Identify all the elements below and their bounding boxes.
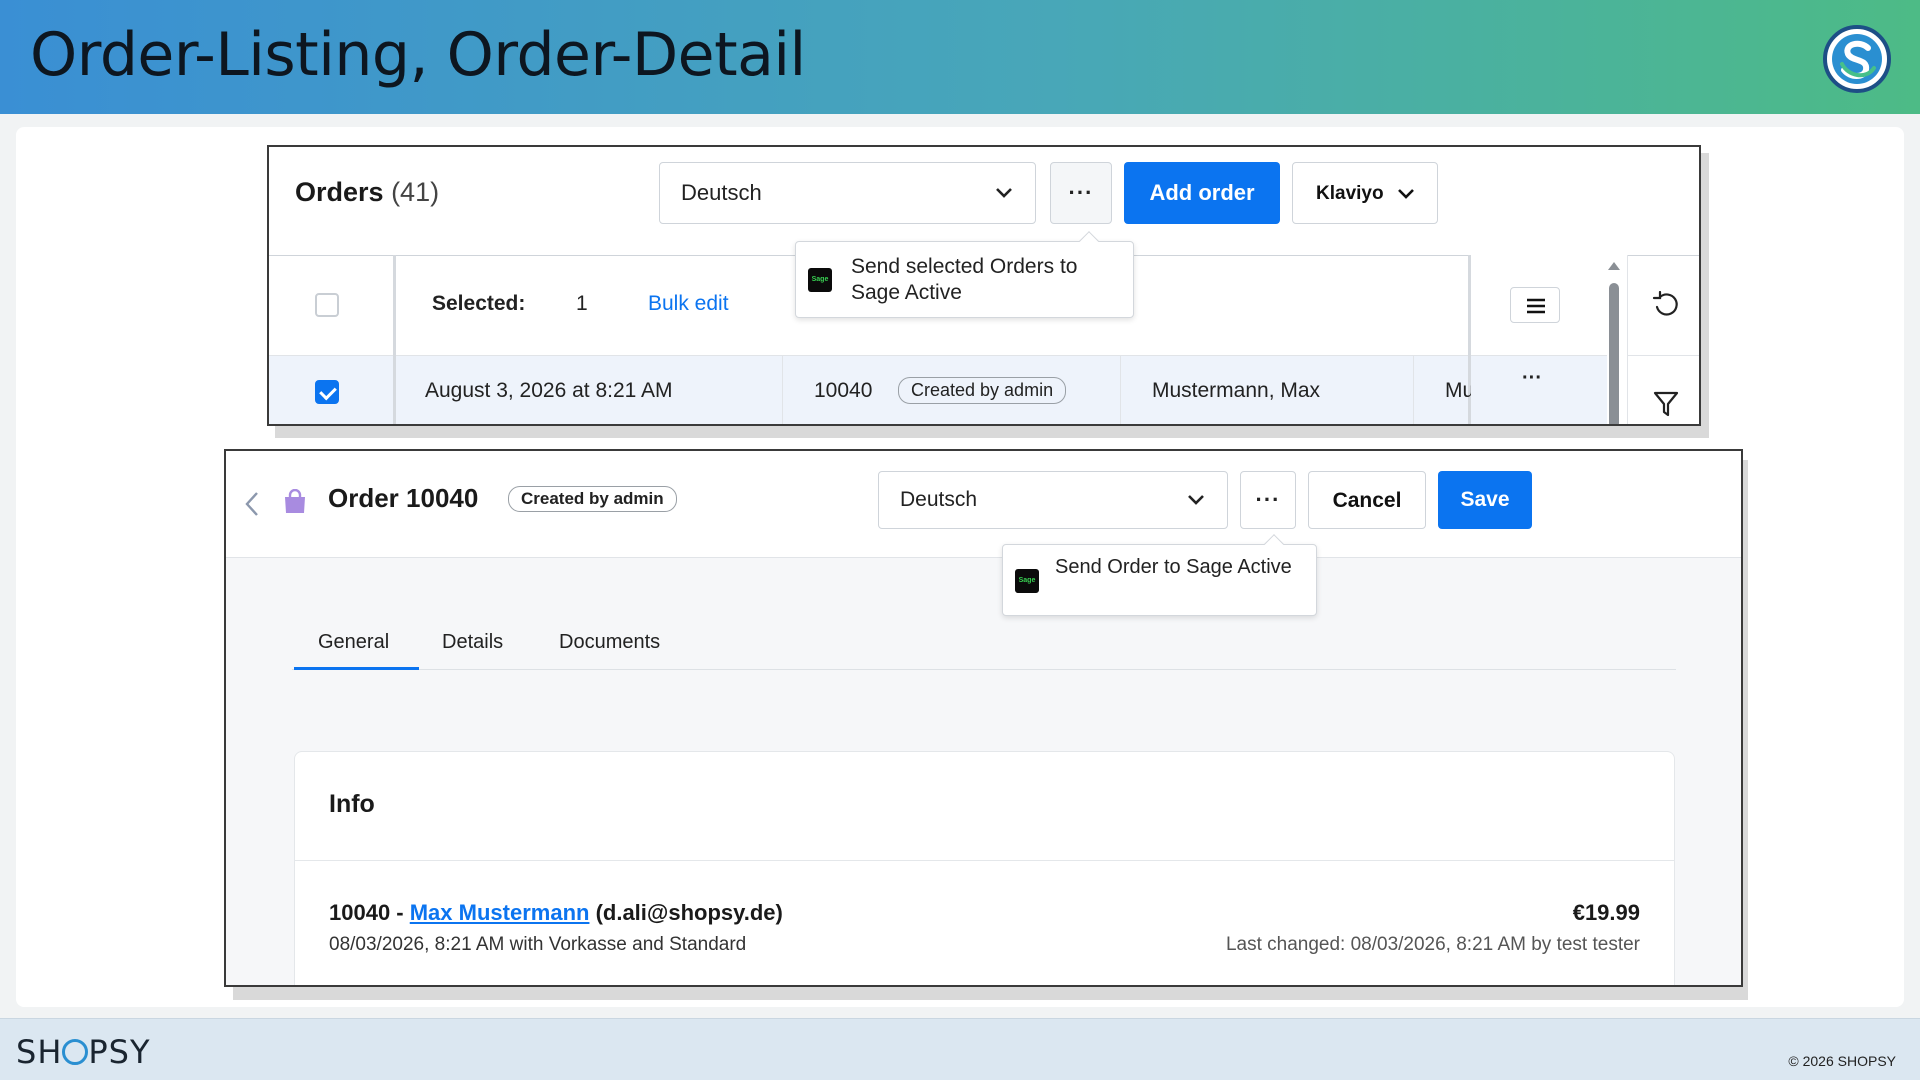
order-price: €19.99	[1572, 900, 1640, 925]
last-changed: Last changed: 08/03/2026, 8:21 AM by tes…	[1225, 934, 1640, 955]
back-chevron-icon[interactable]	[242, 489, 262, 519]
customer-name: Mustermann, Max	[1152, 379, 1321, 402]
order-date: August 3, 2026 at 8:21 AM	[425, 379, 673, 402]
tab-documents[interactable]: Documents	[559, 631, 660, 654]
detail-header: Order 10040 Created by admin Deutsch ···…	[226, 451, 1741, 558]
more-actions-button[interactable]: ···	[1240, 471, 1296, 529]
header-banner: Order-Listing, Order-Detail	[0, 0, 1920, 114]
customer-link[interactable]: Max Mustermann	[410, 900, 590, 925]
created-by-badge: Created by admin	[898, 377, 1067, 404]
language-select[interactable]: Deutsch	[659, 162, 1036, 224]
customer-email: (d.ali@shopsy.de)	[589, 900, 783, 925]
chevron-down-icon	[1188, 495, 1204, 505]
order-summary-line: 10040 - Max Mustermann (d.ali@shopsy.de)	[329, 900, 783, 926]
active-tab-indicator	[294, 667, 419, 670]
orders-count: (41)	[391, 177, 440, 207]
send-order-popover-text[interactable]: Send Order to Sage Active	[1055, 555, 1305, 579]
list-menu-icon	[1527, 298, 1545, 314]
created-by-badge: Created by admin	[508, 486, 677, 512]
order-detail-panel: Order 10040 Created by admin Deutsch ···…	[224, 449, 1743, 987]
selected-label: Selected:	[432, 292, 526, 315]
shopsy-logo-icon	[62, 1039, 89, 1065]
chevron-down-icon	[1398, 189, 1414, 199]
language-select-value: Deutsch	[681, 180, 762, 205]
order-title: Order 10040	[328, 483, 479, 513]
orders-panel: Orders (41) Deutsch ··· Add order Klaviy…	[267, 145, 1701, 426]
tab-details[interactable]: Details	[442, 631, 503, 654]
order-prefix: 10040 -	[329, 900, 410, 925]
footer-brand-right: PSY	[88, 1033, 151, 1071]
shopping-bag-icon	[285, 489, 305, 513]
klaviyo-button[interactable]: Klaviyo	[1292, 162, 1438, 224]
row-checkbox[interactable]	[315, 380, 339, 404]
refresh-icon[interactable]	[1652, 291, 1680, 319]
column-settings-button[interactable]	[1510, 287, 1560, 323]
add-order-button[interactable]: Add order	[1124, 162, 1280, 224]
selected-count: 1	[576, 292, 588, 315]
order-meta: 08/03/2026, 8:21 AM with Vorkasse and St…	[329, 934, 747, 955]
order-number: 10040	[814, 379, 873, 402]
sage-icon: Sage	[1015, 569, 1039, 593]
scroll-up-icon[interactable]	[1607, 261, 1621, 271]
bulk-edit-link[interactable]: Bulk edit	[648, 292, 729, 316]
orders-title-text: Orders	[295, 177, 384, 207]
shopsy-logo-icon	[1823, 25, 1891, 93]
more-icon: ···	[1068, 180, 1094, 205]
send-orders-popover[interactable]: Sage Send selected Orders to Sage Active	[795, 231, 1134, 318]
orders-title: Orders (41)	[295, 177, 439, 208]
tab-general[interactable]: General	[318, 631, 389, 654]
info-title: Info	[329, 790, 375, 818]
cancel-button[interactable]: Cancel	[1308, 471, 1426, 529]
page-title: Order-Listing, Order-Detail	[30, 20, 806, 90]
klaviyo-label: Klaviyo	[1316, 183, 1384, 204]
chevron-down-icon	[996, 188, 1012, 198]
footer: SH PSY © 2026 SHOPSY	[0, 1018, 1920, 1080]
footer-brand: SH PSY	[16, 1033, 151, 1071]
language-select-value: Deutsch	[900, 488, 978, 511]
filter-icon[interactable]	[1653, 390, 1679, 418]
sage-icon: Sage	[808, 268, 832, 292]
truncated-cell: Mu	[1445, 379, 1475, 402]
more-icon: ···	[1255, 487, 1281, 512]
send-order-popover[interactable]: Sage Send Order to Sage Active	[1002, 534, 1317, 616]
more-actions-button[interactable]: ···	[1050, 162, 1112, 224]
tabs-divider	[292, 669, 1676, 670]
select-all-checkbox[interactable]	[315, 293, 339, 317]
info-card: Info 10040 - Max Mustermann (d.ali@shops…	[294, 751, 1675, 985]
footer-brand-left: SH	[16, 1033, 63, 1071]
footer-copyright: © 2026 SHOPSY	[1788, 1053, 1896, 1069]
language-select[interactable]: Deutsch	[878, 471, 1228, 529]
save-button[interactable]: Save	[1438, 471, 1532, 529]
send-orders-popover-text[interactable]: Send selected Orders to Sage Active	[851, 254, 1121, 306]
scrollbar-thumb[interactable]	[1609, 283, 1619, 424]
row-more-button[interactable]: ···	[1522, 367, 1542, 390]
